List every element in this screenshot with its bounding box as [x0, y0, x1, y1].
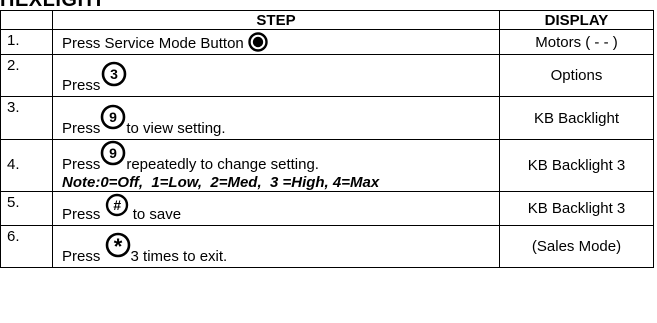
- step-number: 6.: [0, 225, 53, 268]
- display-value: Motors ( - - ): [499, 29, 654, 55]
- key-3-icon: 3: [101, 61, 127, 87]
- table-header-row: STEP DISPLAY: [0, 10, 654, 30]
- key-9-icon: 9: [100, 140, 126, 166]
- key-hash-icon: #: [105, 193, 129, 217]
- step-text-after: 3 times to exit.: [130, 248, 228, 265]
- key-9-icon: 9: [100, 104, 126, 130]
- svg-text:9: 9: [109, 109, 117, 125]
- header-display: DISPLAY: [499, 10, 654, 30]
- header-blank: [0, 10, 53, 30]
- header-step: STEP: [52, 10, 500, 30]
- display-value: KB Backlight 3: [499, 191, 654, 226]
- step-text-after: to save: [132, 206, 182, 223]
- step-instruction: Press Service Mode Button: [52, 29, 500, 55]
- step-number: 4.: [0, 139, 53, 192]
- step-text-after: to view setting.: [126, 120, 226, 137]
- key-star-icon: *: [105, 232, 131, 258]
- step-number: 3.: [0, 96, 53, 140]
- table-row: 4. Press 9 repeatedly to change setting.…: [0, 139, 654, 192]
- step-number: 5.: [0, 191, 53, 226]
- step-instruction: Press 9 to view setting.: [52, 96, 500, 140]
- table-row: 2. Press 3 Options: [0, 54, 654, 97]
- step-text: Press: [62, 77, 101, 94]
- instruction-table: STEP DISPLAY 1. Press Service Mode Butto…: [0, 10, 654, 268]
- table-row: 3. Press 9 to view setting. KB Backlight: [0, 96, 654, 140]
- step-number: 1.: [0, 29, 53, 55]
- display-value: (Sales Mode): [499, 225, 654, 268]
- service-mode-icon: [248, 32, 268, 52]
- svg-text:9: 9: [109, 145, 117, 161]
- step-text-after: repeatedly to change setting.: [126, 156, 319, 173]
- step-number: 2.: [0, 54, 53, 97]
- display-value: Options: [499, 54, 654, 97]
- svg-text:*: *: [113, 234, 122, 258]
- step-instruction: Press * 3 times to exit.: [52, 225, 500, 268]
- step-text: Press: [62, 156, 101, 173]
- step-text: Press: [62, 120, 101, 137]
- step-instruction: Press 3: [52, 54, 500, 97]
- table-row: 1. Press Service Mode Button Motors ( - …: [0, 29, 654, 55]
- display-value: KB Backlight: [499, 96, 654, 140]
- step-text: Press Service Mode Button: [62, 35, 244, 52]
- svg-text:#: #: [113, 197, 121, 213]
- step-text: Press: [62, 206, 101, 223]
- step-instruction: Press # to save: [52, 191, 500, 226]
- step-text: Press: [62, 248, 101, 265]
- table-row: 6. Press * 3 times to exit. (Sales Mode): [0, 225, 654, 268]
- svg-text:3: 3: [110, 66, 118, 82]
- step-instruction: Press 9 repeatedly to change setting. No…: [52, 139, 500, 192]
- settings-note: Note:0=Off, 1=Low, 2=Med, 3 =High, 4=Max: [62, 174, 380, 191]
- table-row: 5. Press # to save KB Backlight 3: [0, 191, 654, 226]
- display-value: KB Backlight 3: [499, 139, 654, 192]
